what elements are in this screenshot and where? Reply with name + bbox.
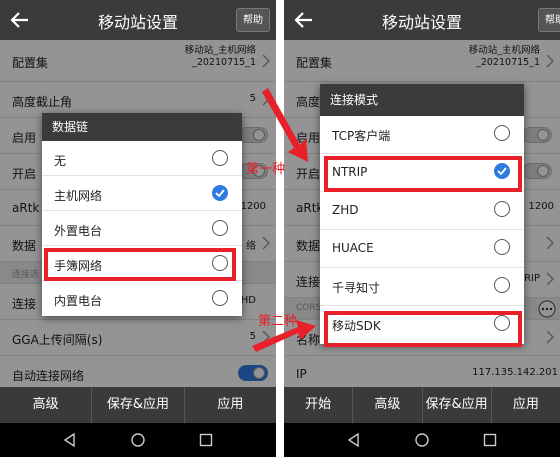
advanced-button[interactable]: 高级 <box>353 387 423 423</box>
option-qianxun[interactable]: 千寻知寸 <box>320 268 524 306</box>
bottom-action-bar: 高级 保存&应用 应用 <box>0 387 276 423</box>
option-label: 主机网络 <box>54 189 103 203</box>
highlight-box-handheld <box>44 248 236 281</box>
option-label: ZHD <box>332 203 359 217</box>
option-label: HUACE <box>332 241 374 255</box>
start-button[interactable]: 开始 <box>284 387 354 423</box>
option-tcp-client[interactable]: TCP客户端 <box>320 116 524 154</box>
highlight-box-mobile-sdk <box>324 311 522 347</box>
nav-recent-icon[interactable] <box>482 432 498 448</box>
phone-left: 移动站设置 帮助 配置集 移动站_主机网络 _20210715_1 高度截止角 … <box>0 0 276 457</box>
connect-mode-dialog: 连接模式 TCP客户端 NTRIP ZHD HUACE 千寻知寸 移动SDK <box>320 84 524 344</box>
option-label: 外置电台 <box>54 224 103 238</box>
dialog-title: 数据链 <box>42 113 242 141</box>
page-title: 移动站设置 <box>381 13 462 32</box>
radio-button[interactable] <box>212 220 228 236</box>
screenshot-stage: 移动站设置 帮助 配置集 移动站_主机网络 _20210715_1 高度截止角 … <box>0 0 560 457</box>
bottom-action-bar: 开始 高级 保存&应用 应用 <box>284 387 560 423</box>
system-nav-bar <box>284 423 560 457</box>
advanced-button[interactable]: 高级 <box>0 387 93 423</box>
radio-button[interactable] <box>494 125 510 141</box>
page-title: 移动站设置 <box>97 13 178 32</box>
option-zhd[interactable]: ZHD <box>320 192 524 230</box>
dialog-title: 连接模式 <box>320 84 524 116</box>
option-host-network[interactable]: 主机网络 <box>42 176 242 211</box>
nav-back-icon[interactable] <box>62 432 78 448</box>
apply-button[interactable]: 应用 <box>185 387 276 423</box>
option-external-radio[interactable]: 外置电台 <box>42 211 242 246</box>
annotation-first: 第一种 <box>246 162 286 177</box>
help-button[interactable]: 帮助 <box>538 8 560 32</box>
option-label: TCP客户端 <box>332 129 391 143</box>
save-apply-button[interactable]: 保存&应用 <box>423 387 492 423</box>
radio-checked-icon[interactable] <box>212 185 228 201</box>
radio-button[interactable] <box>494 201 510 217</box>
save-apply-button[interactable]: 保存&应用 <box>92 387 185 423</box>
apply-button[interactable]: 应用 <box>492 387 560 423</box>
annotation-second: 第二种 <box>258 314 298 329</box>
radio-button[interactable] <box>494 277 510 293</box>
nav-back-icon[interactable] <box>346 432 362 448</box>
option-label: 千寻知寸 <box>332 281 381 295</box>
radio-button[interactable] <box>212 150 228 166</box>
nav-home-icon[interactable] <box>414 432 430 448</box>
radio-button[interactable] <box>494 239 510 255</box>
option-label: 无 <box>54 154 67 168</box>
phone-right: 移动站设置 帮助 配置集 移动站_主机网络 _20210715_1 高度 启用 … <box>284 0 560 457</box>
option-none[interactable]: 无 <box>42 141 242 176</box>
system-nav-bar <box>0 423 276 457</box>
option-huace[interactable]: HUACE <box>320 230 524 268</box>
nav-home-icon[interactable] <box>130 432 146 448</box>
help-button[interactable]: 帮助 <box>236 8 270 32</box>
option-label: 内置电台 <box>54 294 103 308</box>
title-bar: 移动站设置 帮助 <box>284 0 560 40</box>
datalink-dialog: 数据链 无 主机网络 外置电台 手簿网络 内置电台 <box>42 113 242 316</box>
radio-button[interactable] <box>212 290 228 306</box>
title-bar: 移动站设置 帮助 <box>0 0 276 40</box>
nav-recent-icon[interactable] <box>198 432 214 448</box>
highlight-box-ntrip <box>324 156 522 192</box>
option-internal-radio[interactable]: 内置电台 <box>42 281 242 316</box>
